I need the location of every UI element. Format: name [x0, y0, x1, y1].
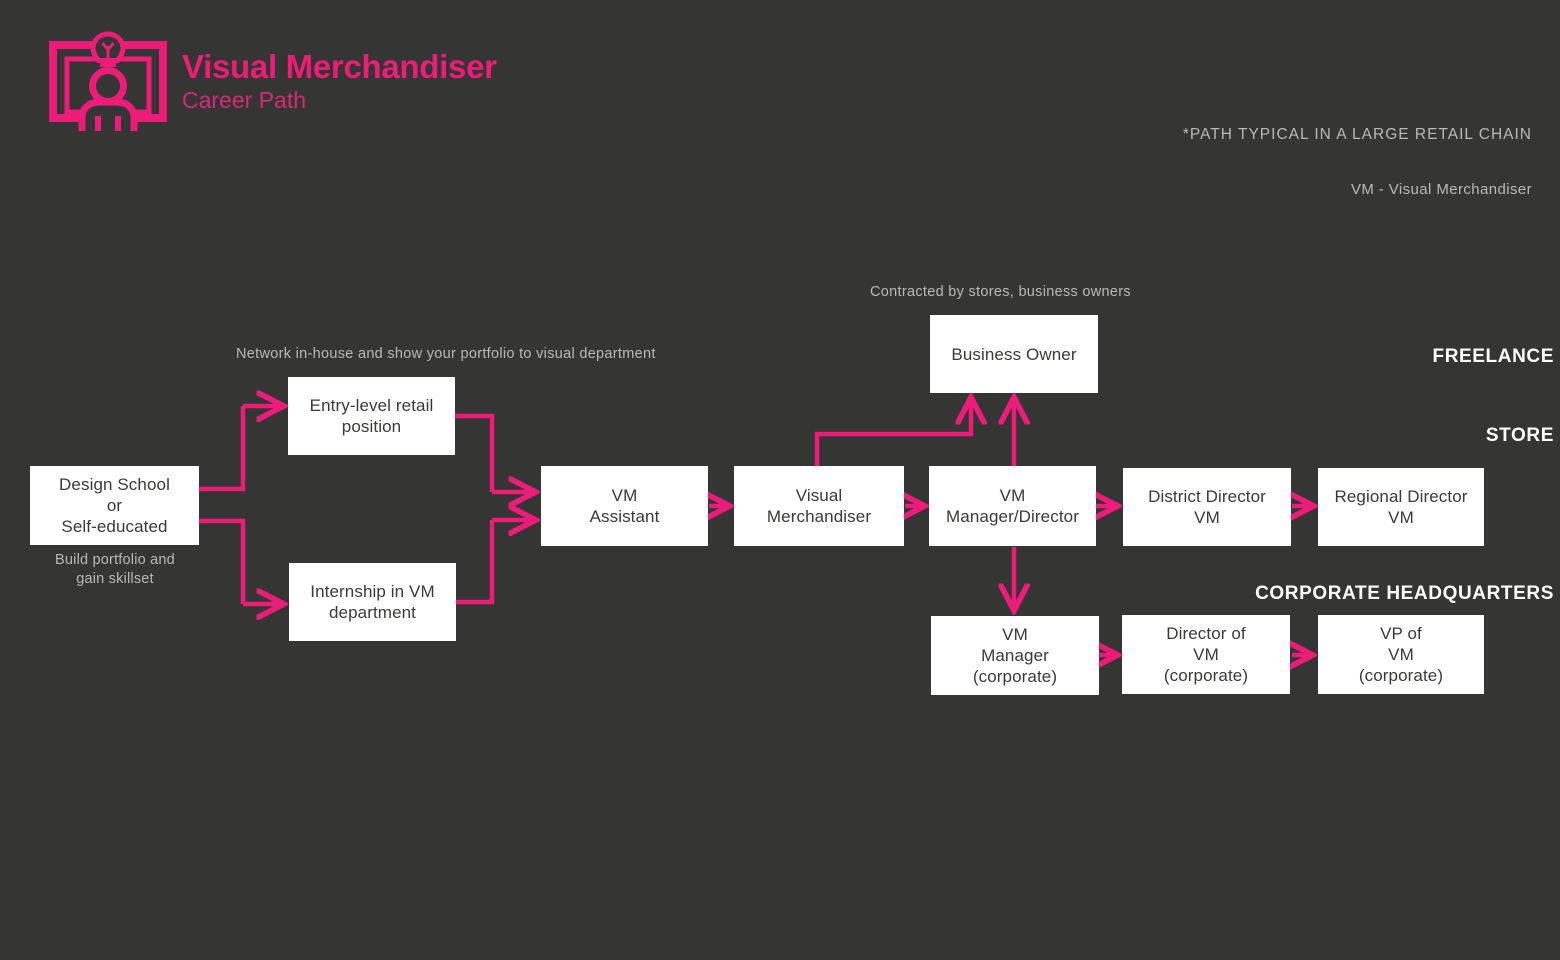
edge-internship-to-assistant [456, 520, 495, 605]
node-vm-manager-director[interactable]: VM Manager/Director [929, 466, 1096, 546]
node-director-vm-corporate[interactable]: Director of VM (corporate) [1122, 615, 1290, 694]
node-regional-director-vm[interactable]: Regional Director VM [1318, 468, 1484, 546]
node-vm-assistant[interactable]: VM Assistant [541, 466, 708, 546]
node-internship-vm[interactable]: Internship in VM department [289, 563, 456, 641]
node-district-director-vm[interactable]: District Director VM [1123, 468, 1291, 546]
node-label: Design School or Self-educated [59, 475, 170, 536]
annotation-contracted: Contracted by stores, business owners [870, 284, 1131, 300]
title-block: Visual Merchandiser Career Path [182, 48, 497, 113]
node-label: VM Manager/Director [946, 486, 1079, 526]
node-label: Business Owner [951, 344, 1077, 364]
section-label-corporate: CORPORATE HEADQUARTERS [1255, 583, 1554, 604]
node-vm-manager-corporate[interactable]: VM Manager (corporate) [931, 616, 1099, 695]
node-vp-vm-corporate[interactable]: VP of VM (corporate) [1318, 615, 1484, 694]
edge-merchandiser-to-business-owner [814, 400, 971, 466]
note-abbreviation-legend: VM - Visual Merchandiser [1350, 181, 1532, 198]
node-label: VM Assistant [589, 486, 660, 526]
storefront-mannequin-lightbulb-icon [49, 31, 167, 131]
node-label: Visual Merchandiser [766, 486, 872, 526]
page-subtitle: Career Path [182, 87, 307, 113]
node-label: Director of VM (corporate) [1163, 624, 1249, 685]
note-typical-path: *PATH TYPICAL IN A LARGE RETAIL CHAIN [1182, 126, 1532, 143]
section-label-freelance: FREELANCE [1432, 346, 1554, 367]
node-label: VM Manager (corporate) [972, 625, 1058, 686]
node-label: Entry-level retail position [309, 396, 434, 436]
edge-design-to-internship [199, 518, 246, 604]
caption-build-portfolio: Build portfolio and gain skillset [55, 552, 175, 587]
node-label: Regional Director VM [1334, 487, 1468, 527]
node-business-owner[interactable]: Business Owner [930, 315, 1098, 393]
edge-entry-to-assistant [455, 413, 495, 492]
annotation-network: Network in-house and show your portfolio… [236, 346, 656, 362]
node-label: Internship in VM department [310, 582, 435, 622]
node-label: VP of VM (corporate) [1358, 624, 1444, 685]
node-entry-level-retail[interactable]: Entry-level retail position [288, 377, 455, 455]
node-design-school[interactable]: Design School or Self-educated [30, 466, 199, 545]
node-visual-merchandiser[interactable]: Visual Merchandiser [734, 466, 904, 546]
node-label: District Director VM [1148, 487, 1266, 527]
edge-design-to-entry [199, 406, 246, 492]
page-title: Visual Merchandiser [182, 48, 497, 85]
section-label-store: STORE [1485, 425, 1554, 446]
logo [46, 30, 170, 134]
